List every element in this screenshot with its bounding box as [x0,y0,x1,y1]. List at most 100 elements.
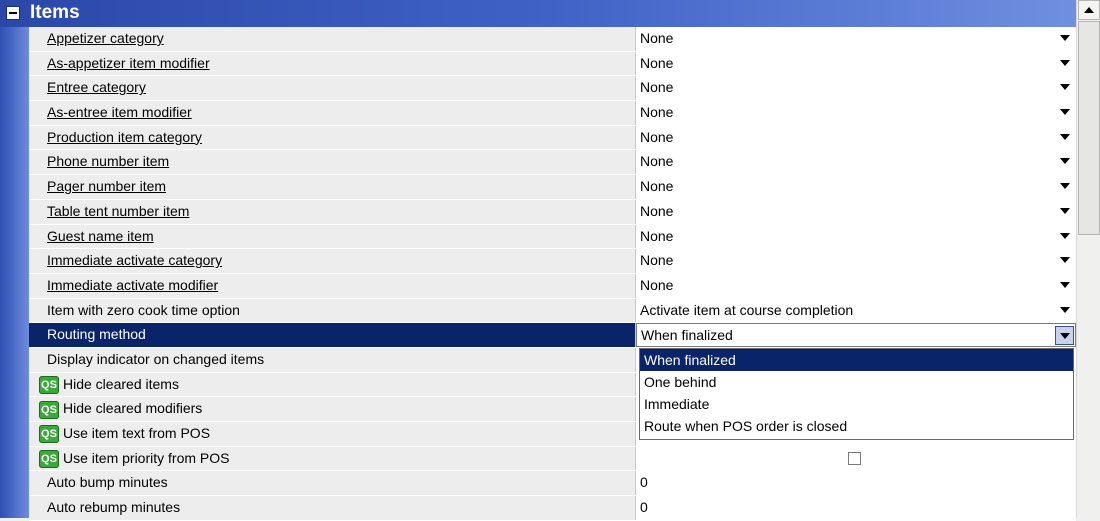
dropdown-arrow-icon[interactable] [1060,59,1070,66]
dropdown-option-route-when-pos-order-is-closed[interactable]: Route when POS order is closed [640,415,1073,437]
qs-badge-icon: QS [39,400,59,419]
vertical-scrollbar[interactable] [1076,0,1100,518]
dropdown-arrow-icon[interactable] [1060,35,1070,41]
dropdown-arrow-icon[interactable] [1060,133,1070,140]
property-value-cell[interactable]: 0 [636,471,1076,496]
property-name-cell[interactable]: QS Hide cleared modifiers [29,397,635,421]
property-row-auto-rebump-minutes[interactable]: Auto rebump minutes 0 [29,496,1076,521]
property-name-cell[interactable]: Routing method [29,323,635,347]
property-row-phone-number-item[interactable]: Phone number item None [29,150,1076,176]
property-name-cell[interactable]: Appetizer category [29,27,635,51]
dropdown-arrow-icon[interactable] [1060,281,1070,288]
property-name-cell[interactable]: Entree category [29,76,635,101]
property-name-cell[interactable]: Pager number item [29,175,635,199]
property-label[interactable]: Guest name item [47,228,154,244]
property-value-cell[interactable]: None [636,224,1076,249]
dropdown-arrow-icon[interactable] [1060,183,1070,190]
checkbox[interactable] [848,451,861,465]
property-label[interactable]: Entree category [47,79,146,95]
dropdown-arrow-icon[interactable] [1060,232,1070,239]
scroll-thumb[interactable] [1078,21,1100,235]
dropdown-arrow-icon[interactable] [1060,84,1070,91]
property-label[interactable]: Production item category [47,129,202,145]
property-name-cell[interactable]: Production item category [29,125,635,150]
property-row-immediate-activate-modifier[interactable]: Immediate activate modifier None [29,273,1076,299]
property-row-immediate-activate-category[interactable]: Immediate activate category None [29,249,1076,274]
property-name-cell[interactable]: Guest name item [29,224,635,249]
property-value: 0 [640,474,648,491]
property-value-cell[interactable]: None [636,101,1076,125]
property-value-cell[interactable]: None [636,150,1076,175]
dropdown-arrow-icon[interactable] [1055,326,1074,346]
property-name-cell[interactable]: Auto bump minutes [29,471,635,496]
property-row-table-tent-number-item[interactable]: Table tent number item None [29,199,1076,225]
property-value-cell[interactable]: When finalized [636,323,1076,347]
property-value: None [640,276,674,293]
property-value-cell[interactable]: None [636,76,1076,101]
property-row-production-item-category[interactable]: Production item category None [29,125,1076,151]
property-name-cell[interactable]: QS Use item text from POS [29,422,635,446]
property-row-guest-name-item[interactable]: Guest name item None [29,224,1076,250]
scroll-up-arrow-icon[interactable] [1078,0,1100,20]
property-name-cell[interactable]: Immediate activate category [29,249,635,273]
property-row-as-appetizer-item-modifier[interactable]: As-appetizer item modifier None [29,51,1076,77]
property-name-cell[interactable]: Item with zero cook time option [29,298,635,323]
property-name-cell[interactable]: QS Use item priority from POS [29,446,635,471]
routing-method-dropdown-list[interactable]: When finalized One behind Immediate Route w… [639,348,1074,440]
property-value-cell[interactable]: 0 [636,496,1076,520]
property-label: Auto rebump minutes [47,499,181,516]
property-row-use-item-priority-from-pos[interactable]: QS Use item priority from POS [29,446,1076,472]
property-value-cell[interactable]: None [636,51,1076,76]
dropdown-arrow-icon[interactable] [1060,109,1070,116]
property-value-cell[interactable]: Activate item at course completion [636,298,1076,323]
property-value-cell[interactable]: None [636,199,1076,224]
property-label: Auto bump minutes [47,474,168,491]
dropdown-arrow-icon[interactable] [1060,257,1070,264]
property-value-cell[interactable]: None [636,125,1076,150]
dropdown-option-when-finalized[interactable]: When finalized [640,349,1073,371]
section-title: Items [30,2,80,23]
property-value: None [640,104,674,121]
property-value: None [640,128,674,145]
property-name-cell[interactable]: As-entree item modifier [29,101,635,125]
dropdown-arrow-icon[interactable] [1060,158,1070,165]
property-name-cell[interactable]: As-appetizer item modifier [29,51,635,76]
property-value-cell[interactable]: None [636,273,1076,298]
property-value-cell[interactable] [636,446,1076,471]
property-value-cell[interactable]: None [636,27,1076,51]
property-value-cell[interactable]: None [636,175,1076,199]
property-name-cell[interactable]: Table tent number item [29,199,635,224]
property-row-appetizer-category[interactable]: Appetizer category None [29,27,1076,52]
property-row-auto-bump-minutes[interactable]: Auto bump minutes 0 [29,471,1076,497]
property-label[interactable]: As-entree item modifier [47,104,192,120]
property-name-cell[interactable]: QS Hide cleared items [29,372,635,397]
qs-badge-icon: QS [39,425,59,444]
dropdown-arrow-icon[interactable] [1060,207,1070,214]
section-header-items[interactable]: Items [0,0,1076,27]
property-label[interactable]: Appetizer category [47,30,164,46]
property-name-cell[interactable]: Immediate activate modifier [29,273,635,298]
dropdown-option-immediate[interactable]: Immediate [640,393,1073,415]
property-label[interactable]: Immediate activate category [47,252,222,268]
property-value: Activate item at course completion [640,301,854,318]
property-row-entree-category[interactable]: Entree category None [29,76,1076,102]
property-label[interactable]: Table tent number item [47,203,189,219]
property-value: None [640,178,674,195]
property-value: None [640,252,674,269]
dropdown-arrow-icon[interactable] [1060,306,1070,313]
property-label[interactable]: Pager number item [47,178,166,194]
dropdown-option-one-behind[interactable]: One behind [640,371,1073,393]
property-value-cell[interactable]: None [636,249,1076,273]
property-row-routing-method[interactable]: Routing method When finalized [29,323,1076,348]
property-name-cell[interactable]: Display indicator on changed items [29,347,635,372]
collapse-minus-icon[interactable] [6,6,20,20]
property-row-item-with-zero-cook-time-option[interactable]: Item with zero cook time option Activate … [29,298,1076,324]
property-value: None [640,54,674,71]
property-label[interactable]: As-appetizer item modifier [47,55,210,71]
property-label[interactable]: Phone number item [47,153,169,169]
property-row-as-entree-item-modifier[interactable]: As-entree item modifier None [29,101,1076,126]
property-row-pager-number-item[interactable]: Pager number item None [29,175,1076,200]
property-label[interactable]: Immediate activate modifier [47,277,218,293]
property-name-cell[interactable]: Phone number item [29,150,635,175]
property-name-cell[interactable]: Auto rebump minutes [29,496,635,520]
